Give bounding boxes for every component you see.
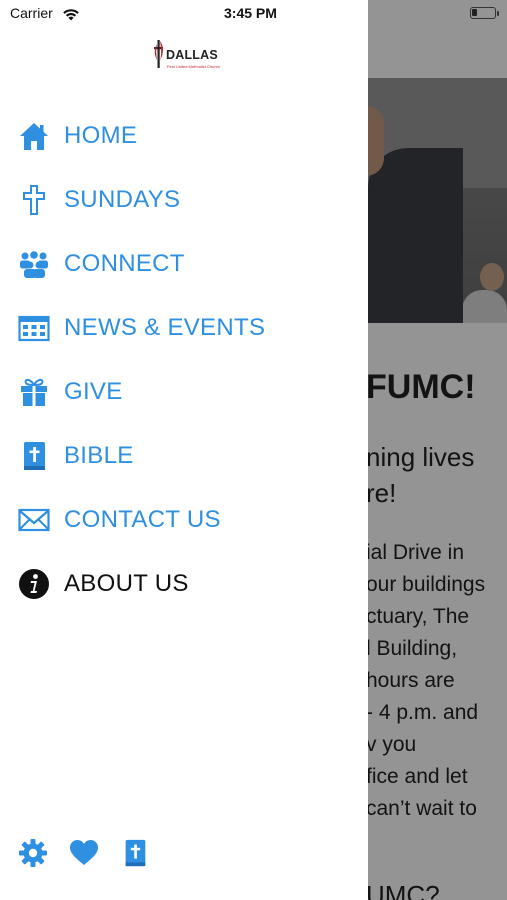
menu-item-give[interactable]: GIVE [0,360,368,424]
wifi-icon [62,6,80,25]
menu-item-bible[interactable]: BIBLE [0,424,368,488]
menu-item-about-us[interactable]: ABOUT US [0,552,368,616]
clock: 3:45 PM [224,5,277,21]
group-icon [20,251,48,278]
menu-item-contact-us[interactable]: CONTACT US [0,488,368,552]
logo-subtitle: First United Methodist Church [167,64,220,69]
menu-item-home[interactable]: HOME [0,104,368,168]
menu-item-label: CONTACT US [64,506,221,533]
home-icon [20,123,48,150]
battery-icon [470,7,499,19]
bible-icon [24,442,45,470]
menu-item-connect[interactable]: CONNECT [0,232,368,296]
gift-icon [21,378,47,406]
menu-item-sundays[interactable]: SUNDAYS [0,168,368,232]
flame-cross-icon [154,40,163,68]
carrier-label: Carrier [10,5,53,21]
side-drawer: DALLAS First United Methodist Church HOM… [0,0,368,900]
logo-name: DALLAS [166,48,218,62]
cross-icon [23,185,45,215]
calendar-icon [18,315,50,342]
settings-icon[interactable] [18,838,48,868]
menu-item-news-events[interactable]: NEWS & EVENTS [0,296,368,360]
drawer-footer [0,836,368,872]
menu-item-label: ABOUT US [64,570,189,597]
mail-icon [18,508,50,532]
menu-item-label: BIBLE [64,442,134,469]
menu-item-label: NEWS & EVENTS [64,314,266,341]
church-logo: DALLAS First United Methodist Church [150,38,222,72]
menu-item-label: GIVE [64,378,123,405]
bible-icon[interactable] [120,838,150,868]
info-icon [19,569,49,599]
menu-item-label: SUNDAYS [64,186,181,213]
status-bar: Carrier 3:45 PM [0,0,507,28]
menu-item-label: HOME [64,122,138,149]
menu-item-label: CONNECT [64,250,185,277]
heart-icon[interactable] [69,838,99,868]
